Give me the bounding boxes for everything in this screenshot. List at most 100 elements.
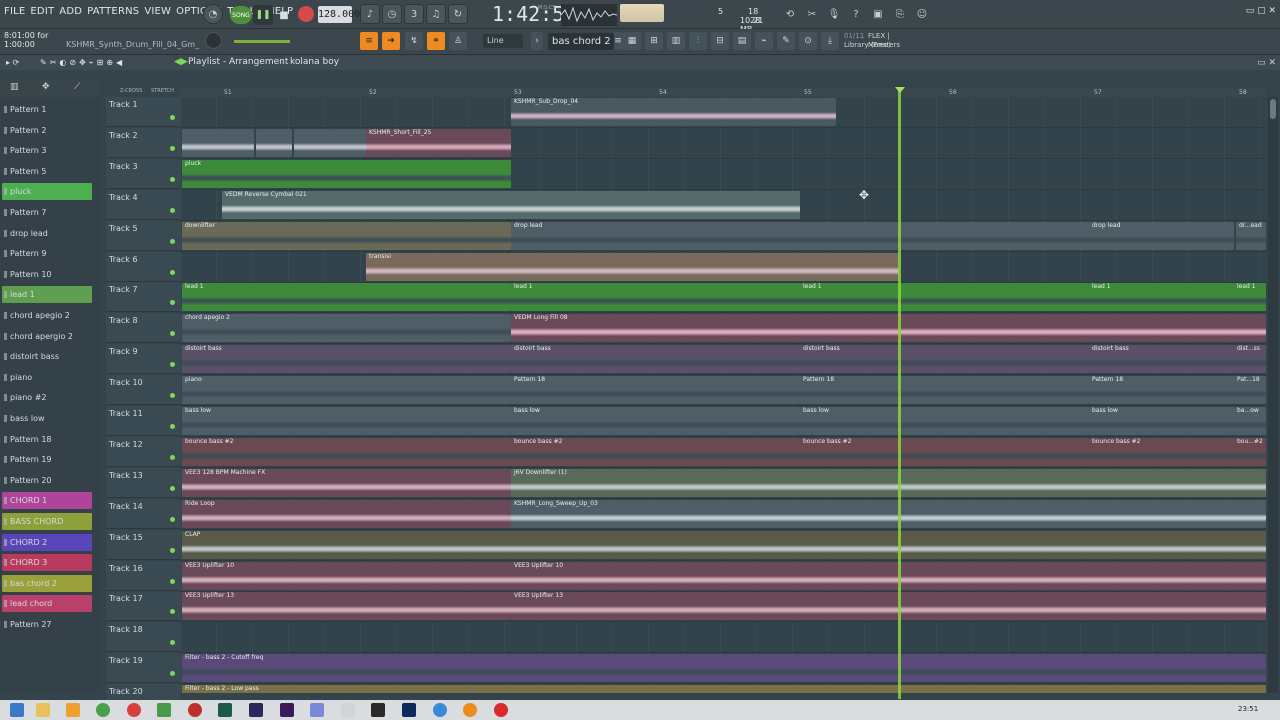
playlist-arrow-icon[interactable]: ◀▶ bbox=[174, 55, 188, 70]
playlist-clip[interactable] bbox=[294, 128, 330, 157]
mixer-faders-icon[interactable]: ⫶ bbox=[689, 32, 707, 50]
audition-icon[interactable] bbox=[218, 703, 232, 717]
pattern-picker-item[interactable]: Pattern 5 bbox=[2, 163, 92, 180]
track-enable-led[interactable] bbox=[170, 331, 175, 337]
track-enable-led[interactable] bbox=[170, 671, 175, 677]
playhead-marker-icon[interactable] bbox=[895, 87, 905, 93]
playlist-clip[interactable]: bass low bbox=[800, 407, 1089, 435]
arrow-tool-icon[interactable]: ➜ bbox=[382, 32, 400, 50]
track-lane[interactable] bbox=[180, 622, 1266, 654]
pattern-picker-item[interactable]: CHORD 3 bbox=[2, 554, 92, 572]
playlist-clip[interactable]: Pattern 18 bbox=[1089, 376, 1234, 405]
pattern-picker-item[interactable]: Pattern 2 bbox=[2, 122, 92, 139]
premiere-icon[interactable] bbox=[280, 703, 294, 717]
track-header[interactable]: Track 8 bbox=[106, 313, 180, 344]
playlist-clip[interactable] bbox=[218, 128, 254, 157]
picker-icon[interactable]: ▥ bbox=[10, 82, 19, 92]
playlist-clip[interactable]: bass low bbox=[1089, 407, 1234, 435]
playlist-clip[interactable]: lead 1 bbox=[1089, 283, 1234, 312]
loop-record-icon[interactable]: ↻ bbox=[448, 4, 468, 24]
playlist-clip[interactable]: bass low bbox=[182, 407, 511, 435]
pattern-selector-arrow-icon[interactable]: ≡ bbox=[613, 32, 623, 50]
playlist-clip[interactable]: lead 1 bbox=[511, 283, 800, 312]
browser-app-icon[interactable] bbox=[433, 703, 447, 717]
playlist-clip[interactable]: distoirt bass bbox=[800, 345, 1089, 374]
stop-button[interactable]: ■ bbox=[276, 5, 292, 25]
track-header[interactable]: Track 13 bbox=[106, 467, 180, 498]
piano-roll-icon[interactable]: ▥ bbox=[667, 32, 685, 50]
pattern-picker-item[interactable]: Pattern 1 bbox=[2, 101, 92, 118]
track-enable-led[interactable] bbox=[170, 269, 175, 275]
pattern-picker-item[interactable]: Pattern 20 bbox=[2, 472, 92, 489]
playlist-clip[interactable]: Pat...18 bbox=[1234, 376, 1266, 405]
pattern-picker-item[interactable]: piano bbox=[2, 369, 92, 386]
playlist-clip[interactable]: chord apegio 2 bbox=[182, 314, 511, 343]
track-header[interactable]: Track 2 bbox=[106, 127, 180, 158]
playlist-view-icon[interactable]: ≡ bbox=[360, 32, 378, 50]
playlist-clip[interactable]: bou...#2 bbox=[1234, 437, 1266, 466]
pattern-picker-item[interactable]: Pattern 27 bbox=[2, 616, 92, 633]
playlist-clip[interactable]: dr...ead bbox=[1236, 221, 1266, 250]
files-icon[interactable] bbox=[66, 703, 80, 717]
countdown-icon[interactable]: 3 bbox=[404, 4, 424, 24]
track-header[interactable]: Track 3 bbox=[106, 158, 180, 189]
plugin-icon[interactable]: ⎘ bbox=[890, 4, 910, 24]
record-app-icon[interactable] bbox=[188, 703, 202, 717]
track-enable-led[interactable] bbox=[170, 609, 175, 615]
track-enable-led[interactable] bbox=[170, 115, 175, 120]
arrangement-grid[interactable]: KSHMR_Sub_Drop_04 KSHMR_Short_Fill_25 pluc… bbox=[180, 97, 1266, 693]
menu-file[interactable]: FILE bbox=[4, 6, 25, 17]
playlist-clip[interactable]: VEE3 Uplifter 10 bbox=[511, 561, 1266, 590]
snap-icon[interactable]: ↯ bbox=[405, 32, 423, 50]
timeline-ruler[interactable]: 51 52 53 54 55 56 57 58 bbox=[180, 88, 1266, 97]
playlist-clip[interactable]: piano bbox=[182, 376, 511, 405]
prev-pattern-icon[interactable]: › bbox=[531, 32, 543, 50]
playlist-clip[interactable]: KSHMR_Short_Fill_25 bbox=[366, 128, 511, 157]
pattern-picker-item[interactable]: drop lead bbox=[2, 225, 92, 242]
pattern-picker-item[interactable]: Pattern 7 bbox=[2, 204, 92, 221]
channel-rack-icon[interactable]: ⊞ bbox=[645, 32, 663, 50]
playlist-clip[interactable] bbox=[182, 128, 218, 157]
track-header[interactable]: Track 16 bbox=[106, 560, 180, 591]
playlist-clip[interactable]: distoirt bass bbox=[182, 345, 511, 374]
track-enable-led[interactable] bbox=[170, 145, 175, 151]
playlist-clip[interactable]: distoirt bass bbox=[511, 345, 800, 374]
plugin-picker-icon[interactable]: ▤ bbox=[733, 32, 751, 50]
record-button[interactable] bbox=[298, 6, 314, 22]
playlist-clip[interactable]: lead 1 bbox=[182, 283, 511, 312]
pattern-picker-item[interactable]: piano #2 bbox=[2, 389, 92, 406]
pattern-picker-item[interactable]: bas chord 2 bbox=[2, 574, 92, 592]
playlist-clip[interactable]: VEE3 Uplifter 13 bbox=[182, 592, 511, 621]
obs-icon[interactable] bbox=[494, 703, 508, 717]
pattern-picker-item[interactable]: pluck bbox=[2, 183, 92, 201]
playlist-clip[interactable]: VEE3 128 BPM Machine FX bbox=[182, 468, 511, 497]
playlist-window-controls[interactable]: ▭ ✕ bbox=[1257, 56, 1276, 71]
playlist-tools-icon[interactable]: ✎✂◐⊘✥⌁⊞⊕◀ bbox=[40, 55, 125, 70]
link-icon[interactable]: ⚭ bbox=[427, 32, 445, 50]
picker-move-icon[interactable]: ✥ bbox=[42, 82, 50, 92]
start-icon[interactable] bbox=[10, 703, 24, 717]
pattern-picker-item[interactable]: lead 1 bbox=[2, 286, 92, 304]
playlist-menu-icon[interactable]: ▸ ⟳ bbox=[6, 55, 19, 70]
playlist-clip[interactable]: J6V Downlifter (1) bbox=[511, 468, 1266, 497]
playlist-clip[interactable]: ba...ow bbox=[1234, 407, 1266, 435]
playlist-clip[interactable]: dist...ss bbox=[1234, 345, 1266, 374]
playlist-clip[interactable]: Filter - bass 2 - Low pass bbox=[182, 685, 1266, 693]
pattern-picker-item[interactable]: Pattern 3 bbox=[2, 142, 92, 159]
tempo-tapper-icon[interactable]: ✎ bbox=[777, 32, 795, 50]
playlist-clip[interactable]: VEE3 Uplifter 10 bbox=[182, 561, 511, 590]
fl-studio-icon[interactable] bbox=[463, 703, 477, 717]
playlist-clip[interactable]: bass low bbox=[511, 407, 800, 435]
pause-button[interactable]: ❚❚ bbox=[253, 5, 273, 25]
scrollbar-thumb[interactable] bbox=[1270, 99, 1276, 119]
render-icon[interactable]: ⊙ bbox=[799, 32, 817, 50]
playlist-clip[interactable]: distoirt bass bbox=[1089, 345, 1234, 374]
after-effects-icon[interactable] bbox=[249, 703, 263, 717]
playlist-clip[interactable]: Pattern 18 bbox=[511, 376, 800, 405]
track-enable-led[interactable] bbox=[170, 547, 175, 553]
track-enable-led[interactable] bbox=[170, 176, 175, 182]
playlist-clip[interactable]: transisi bbox=[366, 252, 899, 281]
pattern-picker-item[interactable]: Pattern 18 bbox=[2, 431, 92, 448]
playlist-clip[interactable]: VEDM Long Fill 08 bbox=[511, 314, 1266, 343]
mixer-icon[interactable]: ▦ bbox=[623, 32, 641, 50]
